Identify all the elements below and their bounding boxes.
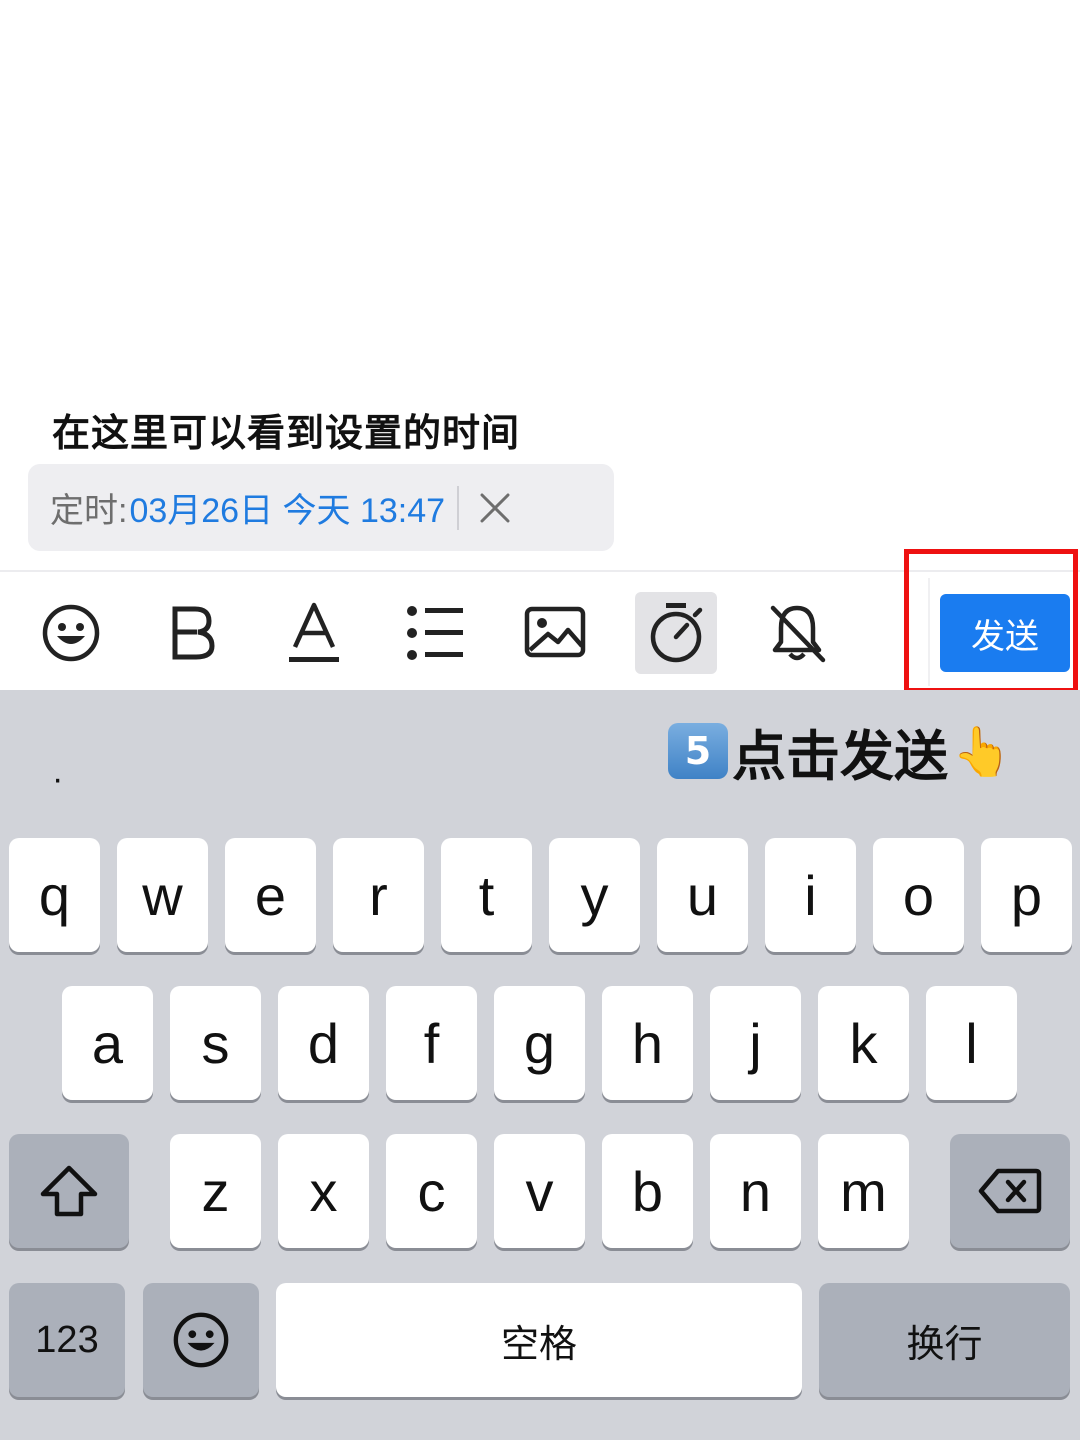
key-o[interactable]: o [873,838,964,952]
key-k[interactable]: k [818,986,909,1100]
backspace-key[interactable] [950,1134,1070,1248]
key-s[interactable]: s [170,986,261,1100]
timer-icon[interactable] [635,592,717,674]
key-x[interactable]: x [278,1134,369,1248]
emoji-keyboard-key[interactable] [143,1283,259,1397]
close-icon[interactable] [463,476,527,540]
shift-icon [40,1165,98,1217]
timer-label: 定时: [50,492,128,530]
key-j[interactable]: j [710,986,801,1100]
emoji-icon [173,1312,229,1368]
keyboard: · 5 点击发送 👆 q w e r t y u i o p a s d f g… [0,690,1080,1440]
shift-key[interactable] [9,1134,129,1248]
key-m[interactable]: m [818,1134,909,1248]
step-text: 点击发送 [732,724,948,788]
key-y[interactable]: y [549,838,640,952]
pointing-hand-icon: 👆 [952,723,1012,780]
key-v[interactable]: v [494,1134,585,1248]
key-l[interactable]: l [926,986,1017,1100]
suggestion-candidate[interactable]: · [52,760,63,799]
key-u[interactable]: u [657,838,748,952]
backspace-icon [978,1168,1042,1214]
key-n[interactable]: n [710,1134,801,1248]
emoji-icon[interactable] [30,592,112,674]
image-icon[interactable] [514,592,596,674]
list-icon[interactable] [394,592,476,674]
step-number-badge: 5 [668,723,728,779]
timer-value[interactable]: 03月26日 今天 13:47 [129,483,445,532]
key-d[interactable]: d [278,986,369,1100]
send-highlight-box [904,549,1078,693]
return-key[interactable]: 换行 [819,1283,1070,1397]
key-i[interactable]: i [765,838,856,952]
key-f[interactable]: f [386,986,477,1100]
key-w[interactable]: w [117,838,208,952]
key-p[interactable]: p [981,838,1072,952]
annotation-heading: 在这里可以看到设置的时间 [52,411,521,455]
key-q[interactable]: q [9,838,100,952]
key-r[interactable]: r [333,838,424,952]
bold-icon[interactable] [151,592,233,674]
key-z[interactable]: z [170,1134,261,1248]
scheduled-time-chip: 定时: 03月26日 今天 13:47 [28,464,614,551]
text-color-icon[interactable] [273,592,355,674]
key-c[interactable]: c [386,1134,477,1248]
mute-bell-icon[interactable] [756,592,838,674]
space-key[interactable]: 空格 [276,1283,802,1397]
key-b[interactable]: b [602,1134,693,1248]
key-a[interactable]: a [62,986,153,1100]
numbers-key[interactable]: 123 [9,1283,125,1397]
key-e[interactable]: e [225,838,316,952]
step-annotation: 5 点击发送 👆 [668,720,1012,788]
key-g[interactable]: g [494,986,585,1100]
timer-separator [457,485,460,530]
key-h[interactable]: h [602,986,693,1100]
key-t[interactable]: t [441,838,532,952]
